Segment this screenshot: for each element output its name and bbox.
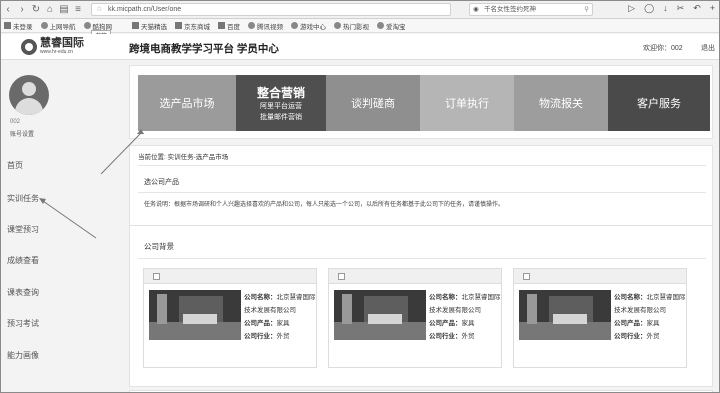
tab-order-execution[interactable]: 订单执行 (420, 75, 514, 131)
breadcrumb: 当前位置: 实训任务-选产品市场 (138, 154, 229, 161)
bookmark-item[interactable]: 酷狗网 (83, 21, 112, 31)
sidebar-item-training[interactable]: 实训任务 (7, 193, 39, 204)
site-header: 慧睿国际 www.hr-edu.cn 跨境电商教学学习平台 学员中心 欢迎你：0… (1, 34, 719, 60)
address-bar[interactable]: ☆ kk.micpath.cn/User/one (91, 3, 451, 16)
browser-window: ‹ › ↻ ⌂ ▤ ≡ ☆ kk.micpath.cn/User/one ◉ 千… (0, 0, 720, 393)
tab-sub-email[interactable]: 批量邮件营销 (260, 112, 302, 123)
company-info: 公司名称：北京慧睿国际技术发展有限公司 公司产品：家具 公司行业：外贸 (614, 294, 686, 340)
bookmark-item[interactable]: 京东商城 (175, 21, 210, 31)
divider (138, 258, 706, 259)
play-icon[interactable]: ▷ (628, 3, 635, 14)
bookmark-icon (4, 22, 11, 29)
avatar[interactable] (9, 75, 49, 115)
bookmark-icon (248, 22, 255, 29)
company-checkbox[interactable] (523, 273, 530, 280)
bookmark-item[interactable]: 未登录 (4, 21, 33, 31)
company-card[interactable]: 公司名称：北京慧睿国际技术发展有限公司 公司产品：家具 公司行业：外贸 (143, 268, 317, 368)
download-icon[interactable]: ↓ (663, 3, 668, 14)
bookmark-item[interactable]: 天猫精选 (132, 21, 167, 31)
tab-product-market[interactable]: 选产品市场 (138, 75, 236, 131)
sidebar-item-preview[interactable]: 课堂预习 (7, 224, 39, 235)
reload-icon[interactable]: ↻ (29, 3, 43, 17)
task-tabs-panel: 选产品市场 整合营销 阿里平台运营 批量邮件营销 谈判磋商 订单执行 物流报关 … (129, 65, 713, 139)
undo-icon[interactable]: ↶ (693, 3, 701, 14)
forward-icon[interactable]: › (15, 3, 29, 17)
bookmark-item[interactable]: 爱淘宝 (377, 21, 406, 31)
company-card[interactable]: 公司名称：北京慧睿国际技术发展有限公司 公司产品：家具 公司行业：外贸 (328, 268, 502, 368)
company-photo (149, 290, 241, 340)
company-info: 公司名称：北京慧睿国际技术发展有限公司 公司产品：家具 公司行业：外贸 (244, 294, 316, 340)
avatar-head (22, 82, 36, 96)
card-header (514, 269, 686, 284)
logo-url: www.hr-edu.cn (40, 49, 74, 55)
sidebar-item-schedule[interactable]: 课表查询 (7, 287, 39, 298)
logo-name: 慧睿国际 (40, 37, 84, 49)
reading-icon[interactable]: ▤ (57, 3, 71, 17)
company-checkbox[interactable] (338, 273, 345, 280)
chat-icon[interactable]: ◯ (644, 3, 654, 14)
logout-link[interactable]: 退出 (701, 43, 715, 53)
tab-logistics[interactable]: 物流报关 (514, 75, 608, 131)
address-text: kk.micpath.cn/User/one (108, 6, 182, 13)
bookmark-item[interactable]: 腾讯视频 (248, 21, 283, 31)
tab-sub-alibaba[interactable]: 阿里平台运营 (260, 101, 302, 112)
star-icon[interactable]: ☆ (96, 4, 102, 16)
welcome-text: 欢迎你：002 (643, 45, 683, 52)
user-name: 002 (10, 119, 21, 125)
task-description: 任务说明：根据市场调研和个人兴趣选择喜欢的产品和公司，每人只能选一个公司，以后所… (144, 202, 505, 208)
new-tab-icon[interactable]: + (710, 3, 715, 14)
search-engine-icon: ◉ (473, 6, 479, 13)
browser-toolbar: ‹ › ↻ ⌂ ▤ ≡ ☆ kk.micpath.cn/User/one ◉ 千… (1, 1, 719, 19)
task-tabs: 选产品市场 整合营销 阿里平台运营 批量邮件营销 谈判磋商 订单执行 物流报关 … (138, 75, 710, 131)
cut-icon[interactable]: ✂ (677, 3, 685, 14)
card-header (329, 269, 501, 284)
logo-icon (21, 38, 37, 55)
tab-negotiation[interactable]: 谈判磋商 (326, 75, 420, 131)
bookmark-item[interactable]: 热门影视 (334, 21, 369, 31)
sidebar-item-ability[interactable]: 能力画像 (7, 350, 39, 361)
account-settings-link[interactable]: 账号设置 (10, 129, 34, 138)
back-icon[interactable]: ‹ (1, 3, 15, 17)
browser-tools: ▷ ◯ ↓ ✂ ↶ + (628, 3, 715, 14)
home-icon[interactable]: ⌂ (43, 3, 57, 17)
tab-customer-service[interactable]: 客户服务 (608, 75, 710, 131)
bookmark-icon (377, 22, 384, 29)
menu-icon[interactable]: ≡ (71, 3, 85, 17)
bookmark-icon (334, 22, 341, 29)
search-box[interactable]: ◉ 千名女性签约死神 ⚲ (469, 3, 593, 16)
bookmark-icon (218, 22, 225, 29)
tab-label: 整合营销 (256, 85, 305, 100)
page-title: 跨境电商教学学习平台 学员中心 (129, 43, 279, 55)
sidebar-item-home[interactable]: 首页 (7, 160, 23, 171)
company-section-title: 公司背景 (144, 242, 174, 251)
main-content: 选产品市场 整合营销 阿里平台运营 批量邮件营销 谈判磋商 订单执行 物流报关 … (129, 65, 713, 392)
avatar-body (15, 98, 43, 115)
bookmark-icon (175, 22, 182, 29)
card-header (144, 269, 316, 284)
company-checkbox[interactable] (153, 273, 160, 280)
bookmark-item[interactable]: 上网导航 (40, 21, 76, 31)
section-title: 选公司产品 (144, 179, 179, 186)
sidebar-item-exam[interactable]: 预习考试 (7, 318, 39, 329)
sidebar-item-grades[interactable]: 成绩查看 (7, 255, 39, 266)
bookmark-item[interactable]: 百度 (218, 21, 240, 31)
company-photo (519, 290, 611, 340)
search-icon[interactable]: ⚲ (584, 4, 589, 16)
company-card[interactable]: 公司名称：北京慧睿国际技术发展有限公司 公司产品：家具 公司行业：外贸 (513, 268, 687, 368)
tab-integrated-marketing[interactable]: 整合营销 阿里平台运营 批量邮件营销 (236, 75, 326, 131)
bookmark-item[interactable]: 游戏中心 (291, 21, 326, 31)
bookmark-icon (40, 22, 48, 29)
logo[interactable]: 慧睿国际 www.hr-edu.cn (21, 38, 84, 55)
bookmark-icon (291, 22, 298, 29)
company-panel: 公司背景 公司名称：北京慧睿国际技术发展有限公司 公司产品：家具 公司行业：外贸… (129, 225, 713, 387)
sidebar: 002 账号设置 首页 实训任务 课堂预习 成绩查看 课表查询 预习考试 能力画… (1, 61, 119, 392)
company-photo (334, 290, 426, 340)
bookmark-icon (83, 22, 91, 29)
bookmark-icon (132, 22, 139, 29)
search-text: 千名女性签约死神 (484, 6, 536, 13)
company-info: 公司名称：北京慧睿国际技术发展有限公司 公司产品：家具 公司行业：外贸 (429, 294, 501, 340)
divider (138, 165, 706, 166)
divider (138, 192, 706, 193)
task-content: 当前位置: 实训任务-选产品市场 选公司产品 任务说明：根据市场调研和个人兴趣选… (129, 145, 713, 235)
